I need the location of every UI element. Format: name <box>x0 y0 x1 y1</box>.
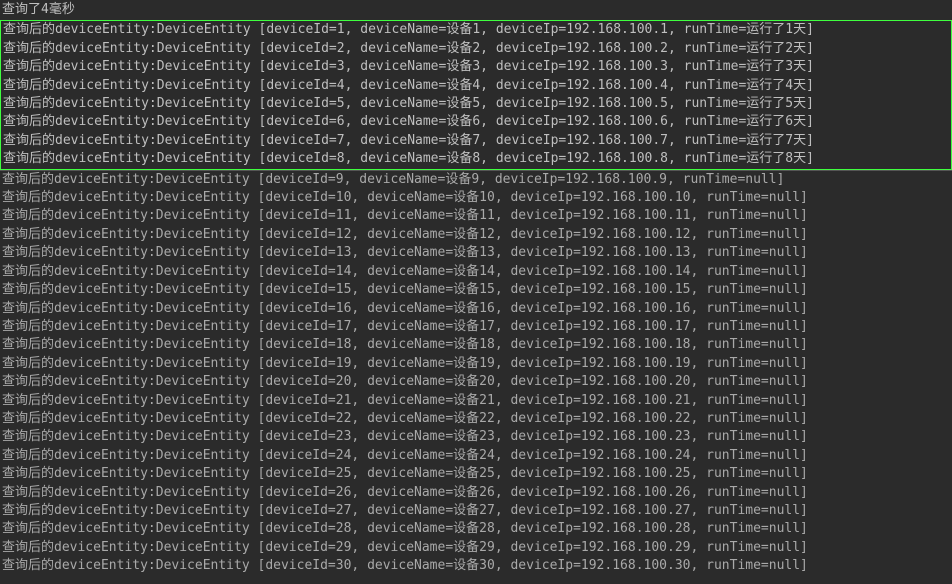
log-line-highlighted: 查询后的deviceEntity:DeviceEntity [deviceId=… <box>1 95 951 113</box>
log-line: 查询后的deviceEntity:DeviceEntity [deviceId=… <box>0 428 952 446</box>
highlighted-results: 查询后的deviceEntity:DeviceEntity [deviceId=… <box>0 20 952 169</box>
log-line: 查询后的deviceEntity:DeviceEntity [deviceId=… <box>0 410 952 428</box>
log-line: 查询后的deviceEntity:DeviceEntity [deviceId=… <box>0 355 952 373</box>
log-line-highlighted: 查询后的deviceEntity:DeviceEntity [deviceId=… <box>1 132 951 150</box>
log-line: 查询后的deviceEntity:DeviceEntity [deviceId=… <box>0 300 952 318</box>
log-line-highlighted: 查询后的deviceEntity:DeviceEntity [deviceId=… <box>1 77 951 95</box>
log-line-highlighted: 查询后的deviceEntity:DeviceEntity [deviceId=… <box>1 113 951 131</box>
query-time-header: 查询了4毫秒 <box>0 0 952 20</box>
log-line: 查询后的deviceEntity:DeviceEntity [deviceId=… <box>0 318 952 336</box>
log-line-highlighted: 查询后的deviceEntity:DeviceEntity [deviceId=… <box>1 40 951 58</box>
log-line: 查询后的deviceEntity:DeviceEntity [deviceId=… <box>0 244 952 262</box>
log-line-highlighted: 查询后的deviceEntity:DeviceEntity [deviceId=… <box>1 21 951 39</box>
log-line: 查询后的deviceEntity:DeviceEntity [deviceId=… <box>0 539 952 557</box>
log-line: 查询后的deviceEntity:DeviceEntity [deviceId=… <box>0 484 952 502</box>
log-line-highlighted: 查询后的deviceEntity:DeviceEntity [deviceId=… <box>1 58 951 76</box>
log-line: 查询后的deviceEntity:DeviceEntity [deviceId=… <box>0 171 952 189</box>
log-line: 查询后的deviceEntity:DeviceEntity [deviceId=… <box>0 189 952 207</box>
log-line: 查询后的deviceEntity:DeviceEntity [deviceId=… <box>0 336 952 354</box>
log-line: 查询后的deviceEntity:DeviceEntity [deviceId=… <box>0 557 952 575</box>
log-line: 查询后的deviceEntity:DeviceEntity [deviceId=… <box>0 373 952 391</box>
log-line: 查询后的deviceEntity:DeviceEntity [deviceId=… <box>0 281 952 299</box>
log-line: 查询后的deviceEntity:DeviceEntity [deviceId=… <box>0 207 952 225</box>
log-line-highlighted: 查询后的deviceEntity:DeviceEntity [deviceId=… <box>1 150 951 168</box>
log-line: 查询后的deviceEntity:DeviceEntity [deviceId=… <box>0 392 952 410</box>
log-line: 查询后的deviceEntity:DeviceEntity [deviceId=… <box>0 520 952 538</box>
regular-results: 查询后的deviceEntity:DeviceEntity [deviceId=… <box>0 171 952 576</box>
log-line: 查询后的deviceEntity:DeviceEntity [deviceId=… <box>0 465 952 483</box>
log-line: 查询后的deviceEntity:DeviceEntity [deviceId=… <box>0 263 952 281</box>
log-line: 查询后的deviceEntity:DeviceEntity [deviceId=… <box>0 226 952 244</box>
log-output: 查询后的deviceEntity:DeviceEntity [deviceId=… <box>0 20 952 575</box>
log-line: 查询后的deviceEntity:DeviceEntity [deviceId=… <box>0 502 952 520</box>
log-line: 查询后的deviceEntity:DeviceEntity [deviceId=… <box>0 447 952 465</box>
